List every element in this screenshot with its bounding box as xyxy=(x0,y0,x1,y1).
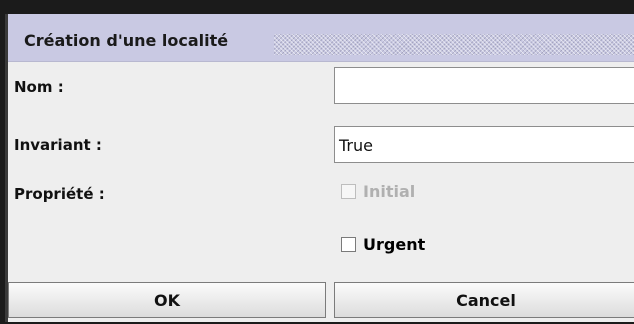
urgent-checkbox-row[interactable]: Urgent xyxy=(341,235,425,254)
title-bar-grip[interactable] xyxy=(274,34,634,55)
initial-checkbox-label: Initial xyxy=(363,182,416,201)
nom-label: Nom : xyxy=(14,78,64,96)
window-frame: Création d'une localité Nom : Invariant … xyxy=(0,0,634,324)
dialog-title: Création d'une localité xyxy=(24,31,229,50)
propriete-label: Propriété : xyxy=(14,185,105,203)
cancel-button[interactable]: Cancel xyxy=(334,282,634,318)
initial-checkbox xyxy=(341,184,356,199)
title-bar[interactable]: Création d'une localité xyxy=(8,14,634,62)
urgent-checkbox[interactable] xyxy=(341,237,356,252)
invariant-input[interactable]: True xyxy=(334,126,634,163)
initial-checkbox-row: Initial xyxy=(341,182,415,201)
nom-input[interactable] xyxy=(334,67,634,104)
urgent-checkbox-label[interactable]: Urgent xyxy=(363,235,425,254)
ok-button[interactable]: OK xyxy=(8,282,326,318)
invariant-label: Invariant : xyxy=(14,136,102,154)
creation-localite-dialog: Création d'une localité Nom : Invariant … xyxy=(5,14,634,322)
